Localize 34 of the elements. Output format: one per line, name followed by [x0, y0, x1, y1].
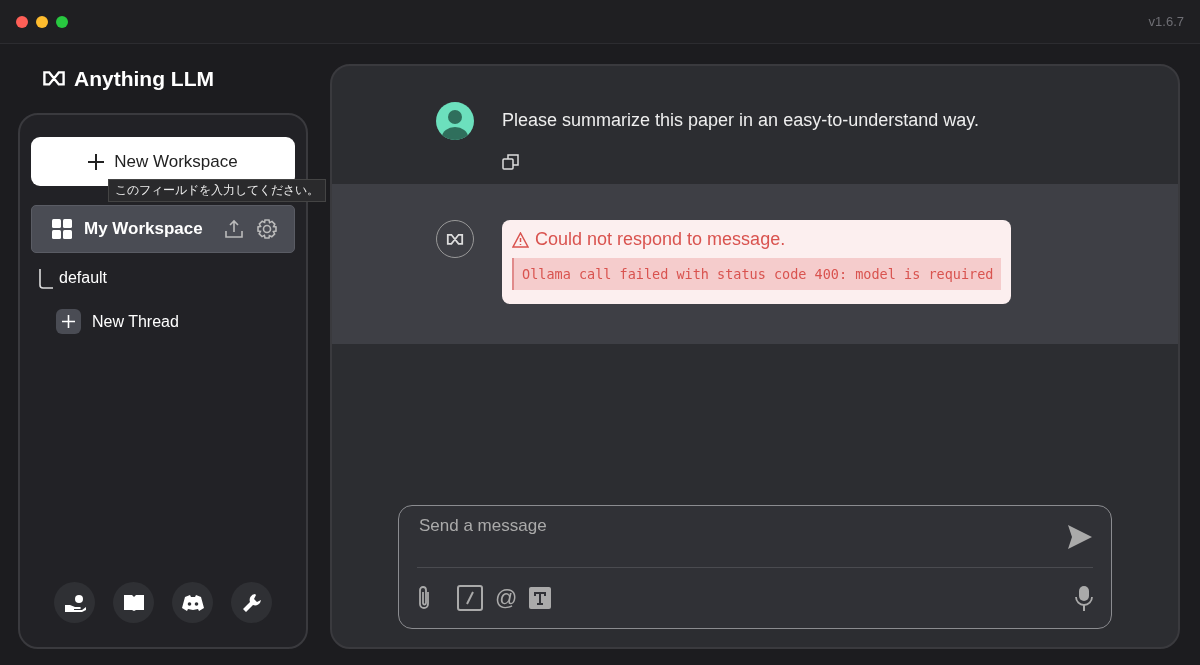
settings-icon[interactable] — [256, 218, 278, 240]
logo-icon — [42, 70, 66, 87]
plus-icon — [88, 153, 105, 170]
hand-coin-icon[interactable] — [54, 582, 95, 623]
close-window-button[interactable] — [16, 15, 28, 28]
message-text: Please summarize this paper in an easy-to-understand way. — [502, 110, 979, 131]
workspace-item[interactable]: My Workspace — [31, 205, 295, 253]
zoom-window-button[interactable] — [56, 15, 68, 28]
error-title: Could not respond to message. — [535, 229, 786, 250]
workspace-name: My Workspace — [84, 219, 204, 239]
microphone-icon[interactable] — [1075, 585, 1093, 612]
minimize-window-button[interactable] — [36, 15, 48, 28]
plus-icon — [56, 309, 81, 334]
user-avatar-icon — [436, 102, 474, 140]
thread-item[interactable]: default — [59, 269, 108, 287]
tooltip: このフィールドを入力してください。 — [108, 179, 326, 202]
warning-icon — [512, 231, 529, 248]
send-icon[interactable] — [1067, 524, 1093, 550]
grid-icon — [52, 219, 72, 239]
new-thread-button[interactable]: New Thread — [56, 309, 179, 334]
wrench-icon[interactable] — [231, 582, 272, 623]
error-detail: Ollama call failed with status code 400: model is required — [512, 258, 1002, 290]
upload-icon[interactable] — [224, 219, 244, 239]
paperclip-icon[interactable] — [417, 585, 431, 612]
copy-icon[interactable] — [502, 153, 520, 171]
text-format-icon[interactable] — [529, 587, 552, 610]
book-icon[interactable] — [113, 582, 154, 623]
message-input-field[interactable]: Send a message — [417, 516, 1067, 536]
app-name: Anything LLM — [74, 66, 214, 91]
discord-icon[interactable] — [172, 582, 213, 623]
slash-command-icon[interactable] — [457, 585, 483, 612]
version-label: v1.6.7 — [1148, 14, 1184, 29]
mention-symbol[interactable]: @ — [495, 585, 518, 612]
thread-connector-icon — [39, 269, 53, 289]
